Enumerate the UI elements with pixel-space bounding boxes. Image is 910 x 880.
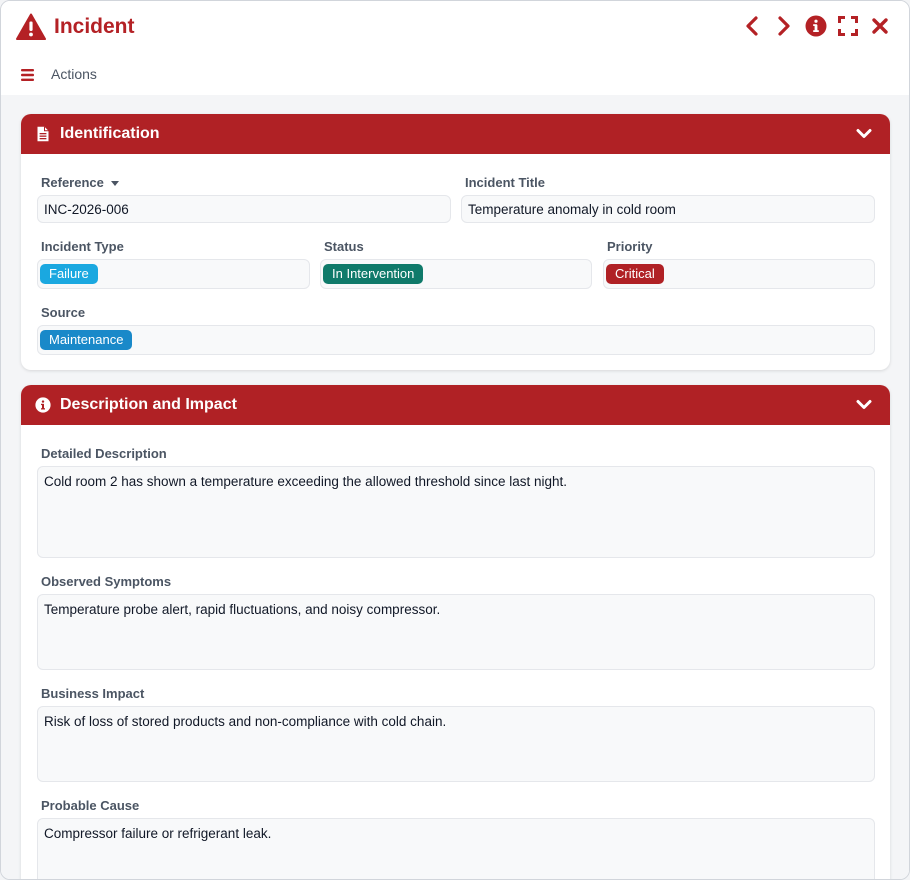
- priority-field[interactable]: Critical: [603, 259, 875, 289]
- identification-header[interactable]: Identification: [21, 114, 890, 154]
- probable-cause-label: Probable Cause: [41, 798, 140, 813]
- chevron-right-icon[interactable]: [773, 15, 795, 37]
- fullscreen-icon[interactable]: [837, 15, 859, 37]
- reference-value: INC-2026-006: [44, 201, 129, 217]
- failure-badge: Failure: [40, 264, 98, 284]
- source-field[interactable]: Maintenance: [37, 325, 875, 355]
- business-impact-label: Business Impact: [41, 686, 145, 701]
- priority-label: Priority: [607, 239, 653, 254]
- title-bar: Incident: [1, 1, 909, 53]
- business-impact-field[interactable]: Risk of loss of stored products and non-…: [37, 706, 875, 782]
- info-circle-icon: [35, 397, 51, 413]
- incident-type-field[interactable]: Failure: [37, 259, 310, 289]
- form-content[interactable]: Identification Reference INC-2026-006 In…: [1, 95, 909, 879]
- window-title: Incident: [54, 15, 135, 38]
- business-impact-value: Risk of loss of stored products and non-…: [44, 714, 447, 729]
- source-label: Source: [41, 305, 86, 320]
- detailed-description-field[interactable]: Cold room 2 has shown a temperature exce…: [37, 466, 875, 558]
- reference-label[interactable]: Reference: [41, 175, 119, 190]
- chevron-down-icon[interactable]: [856, 398, 872, 412]
- actions-menu-button[interactable]: Actions: [51, 66, 97, 82]
- caret-down-icon: [110, 181, 119, 187]
- description-header[interactable]: Description and Impact: [21, 385, 890, 425]
- chevron-left-icon[interactable]: [741, 15, 763, 37]
- warning-icon: [16, 13, 46, 41]
- detailed-description-value: Cold room 2 has shown a temperature exce…: [44, 474, 568, 489]
- info-icon[interactable]: [805, 15, 827, 37]
- description-title: Description and Impact: [60, 396, 237, 413]
- observed-symptoms-value: Temperature probe alert, rapid fluctuati…: [44, 602, 441, 617]
- status-field[interactable]: In Intervention: [320, 259, 592, 289]
- reference-field[interactable]: INC-2026-006: [37, 195, 451, 223]
- identification-title: Identification: [60, 125, 160, 142]
- priority-badge: Critical: [606, 264, 664, 284]
- toolbar: Actions: [1, 53, 909, 95]
- incident-title-value: Temperature anomaly in cold room: [468, 201, 676, 217]
- description-panel: Description and Impact Detailed Descript…: [21, 385, 890, 879]
- incident-title-label: Incident Title: [465, 175, 545, 190]
- chevron-down-icon[interactable]: [856, 127, 872, 141]
- source-badge: Maintenance: [40, 330, 133, 350]
- close-icon[interactable]: [869, 15, 891, 37]
- menu-icon[interactable]: [21, 68, 35, 81]
- probable-cause-value: Compressor failure or refrigerant leak.: [44, 826, 272, 841]
- incident-title-field[interactable]: Temperature anomaly in cold room: [461, 195, 875, 223]
- probable-cause-field[interactable]: Compressor failure or refrigerant leak.: [37, 818, 875, 879]
- detailed-description-label: Detailed Description: [41, 446, 167, 461]
- status-label: Status: [324, 239, 364, 254]
- document-icon: [35, 126, 51, 142]
- observed-symptoms-field[interactable]: Temperature probe alert, rapid fluctuati…: [37, 594, 875, 670]
- observed-symptoms-label: Observed Symptoms: [41, 574, 172, 589]
- status-badge: In Intervention: [323, 264, 424, 284]
- window-controls: [741, 15, 891, 37]
- incident-type-label: Incident Type: [41, 239, 124, 254]
- identification-panel: Identification Reference INC-2026-006 In…: [21, 114, 890, 370]
- incident-window: Incident Actions Identification Referenc…: [0, 0, 910, 880]
